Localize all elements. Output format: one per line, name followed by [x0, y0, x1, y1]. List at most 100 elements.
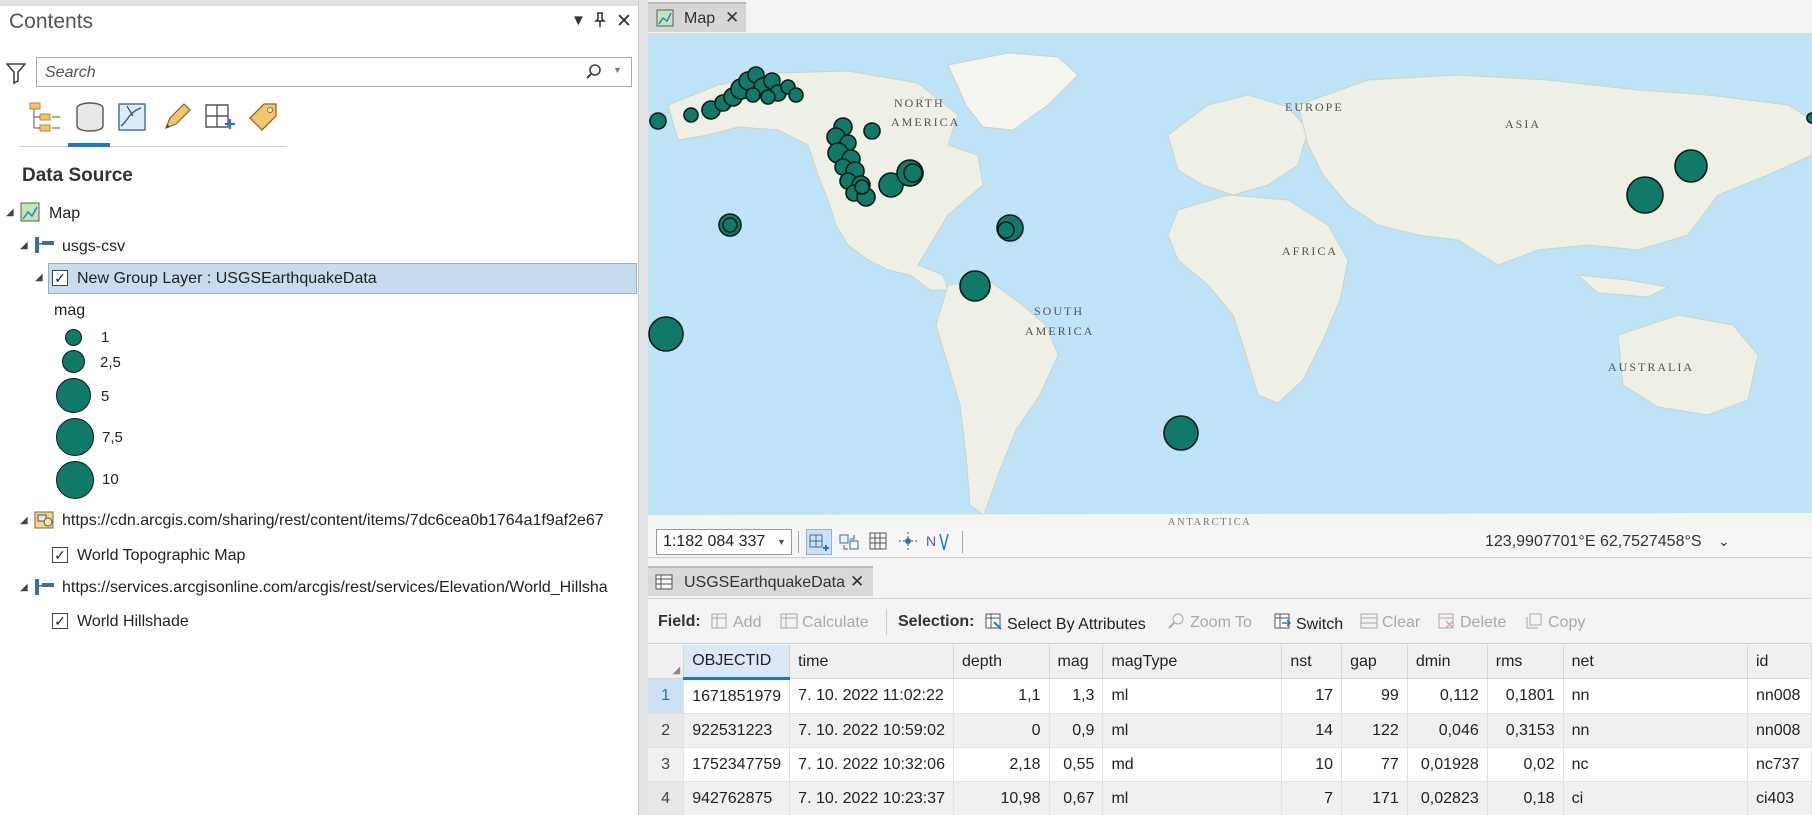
table-row[interactable]: 1 1671851979 7. 10. 2022 11:02:22 1,1 1,…: [648, 678, 1812, 714]
cell-objectid[interactable]: 1752347759: [683, 747, 791, 782]
cell-rms[interactable]: 0,02: [1487, 747, 1564, 782]
expand-topo-source-icon[interactable]: ◢: [20, 515, 28, 526]
cell-dmin[interactable]: 0,01928: [1407, 747, 1488, 782]
cell-magtype[interactable]: ml: [1102, 713, 1283, 748]
list-by-selection-icon[interactable]: [115, 100, 149, 138]
list-by-data-source-icon[interactable]: [73, 100, 107, 138]
cell-mag[interactable]: 1,3: [1049, 678, 1104, 714]
cell-gap[interactable]: 122: [1341, 713, 1408, 748]
cell-objectid[interactable]: 942762875: [683, 781, 791, 815]
table-row[interactable]: 2 922531223 7. 10. 2022 10:59:02 0 0,9 m…: [648, 713, 1812, 748]
row-number[interactable]: 4: [648, 781, 685, 815]
expand-map-icon[interactable]: ◢: [6, 207, 14, 218]
close-map-tab-icon[interactable]: ✕: [725, 8, 739, 28]
tree-usgs-csv[interactable]: usgs-csv: [62, 238, 125, 256]
map-tab[interactable]: Map ✕: [648, 2, 746, 32]
row-number[interactable]: 2: [648, 713, 685, 748]
column-header-gap[interactable]: gap: [1341, 645, 1408, 679]
calculate-field-button[interactable]: Calculate: [780, 613, 869, 632]
cell-gap[interactable]: 171: [1341, 781, 1408, 815]
tree-topo-layer[interactable]: World Topographic Map: [77, 547, 245, 565]
column-header-nst[interactable]: nst: [1281, 645, 1343, 679]
list-by-labeling-icon[interactable]: [246, 100, 280, 138]
cell-nst[interactable]: 17: [1281, 678, 1343, 714]
expand-hillshade-source-icon[interactable]: ◢: [20, 582, 28, 593]
cell-gap[interactable]: 99: [1341, 678, 1408, 714]
expand-group-layer-icon[interactable]: ◢: [35, 272, 43, 283]
search-dropdown-icon[interactable]: ▼: [613, 65, 622, 75]
switch-selection-button[interactable]: Switch: [1274, 613, 1343, 634]
close-table-tab-icon[interactable]: ✕: [850, 572, 864, 592]
contents-search-input[interactable]: [37, 58, 573, 88]
attribute-table-grid[interactable]: ◢ OBJECTID time depth mag magType nst ga…: [648, 645, 1812, 815]
cell-net[interactable]: nn: [1563, 678, 1748, 714]
cell-mag[interactable]: 0,67: [1049, 781, 1104, 815]
column-header-magtype[interactable]: magType: [1102, 645, 1283, 679]
attribute-table-tab[interactable]: USGSEarthquakeData ✕: [648, 566, 873, 596]
row-number[interactable]: 3: [648, 747, 685, 782]
auto-hide-pin-icon[interactable]: [594, 12, 606, 31]
cell-objectid[interactable]: 1671851979: [683, 678, 791, 714]
cell-dmin[interactable]: 0,112: [1407, 678, 1488, 714]
cell-rms[interactable]: 0,3153: [1487, 713, 1564, 748]
tree-group-layer[interactable]: New Group Layer : USGSEarthquakeData: [77, 270, 377, 288]
expand-usgs-csv-icon[interactable]: ◢: [20, 240, 28, 251]
cell-time[interactable]: 7. 10. 2022 11:02:22: [789, 678, 954, 714]
cell-depth[interactable]: 1,1: [953, 678, 1050, 714]
copy-button[interactable]: Copy: [1526, 613, 1585, 632]
cell-id[interactable]: nc737: [1747, 747, 1812, 782]
column-header-depth[interactable]: depth: [953, 645, 1050, 679]
add-field-button[interactable]: Add: [711, 613, 761, 632]
tree-hillshade-source[interactable]: https://services.arcgisonline.com/arcgis…: [62, 579, 608, 597]
cell-magtype[interactable]: md: [1102, 747, 1283, 782]
search-icon[interactable]: [585, 63, 603, 86]
cell-id[interactable]: nn008: [1747, 678, 1812, 714]
tree-topo-source[interactable]: https://cdn.arcgis.com/sharing/rest/cont…: [62, 512, 604, 530]
cell-net[interactable]: nn: [1563, 713, 1748, 748]
topo-layer-visibility-checkbox[interactable]: ✓: [52, 547, 68, 563]
column-header-rms[interactable]: rms: [1487, 645, 1564, 679]
map-view[interactable]: NORTH AMERICA EUROPE ASIA AFRICA SOUTH A…: [648, 33, 1812, 525]
close-pane-icon[interactable]: ✕: [616, 10, 632, 33]
list-by-drawing-order-icon[interactable]: [28, 100, 62, 138]
filter-icon[interactable]: [5, 62, 27, 89]
row-number[interactable]: 1: [648, 678, 685, 714]
contents-search-box[interactable]: ▼: [36, 57, 632, 88]
cell-id[interactable]: ci403: [1747, 781, 1812, 815]
cell-depth[interactable]: 10,98: [953, 781, 1050, 815]
cell-rms[interactable]: 0,1801: [1487, 678, 1564, 714]
cell-nst[interactable]: 10: [1281, 747, 1343, 782]
correction-north-icon[interactable]: N: [926, 530, 950, 557]
table-row[interactable]: 4 942762875 7. 10. 2022 10:23:37 10,98 0…: [648, 781, 1812, 815]
cell-net[interactable]: ci: [1563, 781, 1748, 815]
cell-net[interactable]: nc: [1563, 747, 1748, 782]
cell-mag[interactable]: 0,55: [1049, 747, 1104, 782]
cell-time[interactable]: 7. 10. 2022 10:59:02: [789, 713, 954, 748]
column-header-id[interactable]: id: [1747, 645, 1812, 679]
pane-splitter[interactable]: [638, 0, 648, 815]
cell-mag[interactable]: 0,9: [1049, 713, 1104, 748]
grid-and-reference-icon[interactable]: [838, 531, 860, 558]
constraints-icon[interactable]: [898, 531, 918, 556]
column-header-objectid[interactable]: OBJECTID: [683, 645, 791, 680]
cell-magtype[interactable]: ml: [1102, 678, 1283, 714]
clear-selection-button[interactable]: Clear: [1360, 613, 1420, 632]
cell-id[interactable]: nn008: [1747, 713, 1812, 748]
zoom-to-button[interactable]: Zoom To: [1168, 613, 1252, 632]
list-by-editing-icon[interactable]: [160, 100, 194, 138]
table-row[interactable]: 3 1752347759 7. 10. 2022 10:32:06 2,18 0…: [648, 747, 1812, 782]
hillshade-layer-visibility-checkbox[interactable]: ✓: [52, 613, 68, 629]
snapping-toggle-icon[interactable]: [806, 529, 832, 555]
group-layer-visibility-checkbox[interactable]: ✓: [52, 270, 68, 286]
chevron-down-icon[interactable]: ▼: [777, 537, 786, 547]
cell-gap[interactable]: 77: [1341, 747, 1408, 782]
grid-icon[interactable]: [868, 531, 888, 556]
cell-time[interactable]: 7. 10. 2022 10:32:06: [789, 747, 954, 782]
cell-magtype[interactable]: ml: [1102, 781, 1283, 815]
column-header-mag[interactable]: mag: [1049, 645, 1104, 679]
column-header-dmin[interactable]: dmin: [1407, 645, 1488, 679]
cell-objectid[interactable]: 922531223: [683, 713, 791, 748]
column-header-net[interactable]: net: [1563, 645, 1748, 679]
select-all-corner[interactable]: ◢: [648, 645, 685, 679]
cell-time[interactable]: 7. 10. 2022 10:23:37: [789, 781, 954, 815]
